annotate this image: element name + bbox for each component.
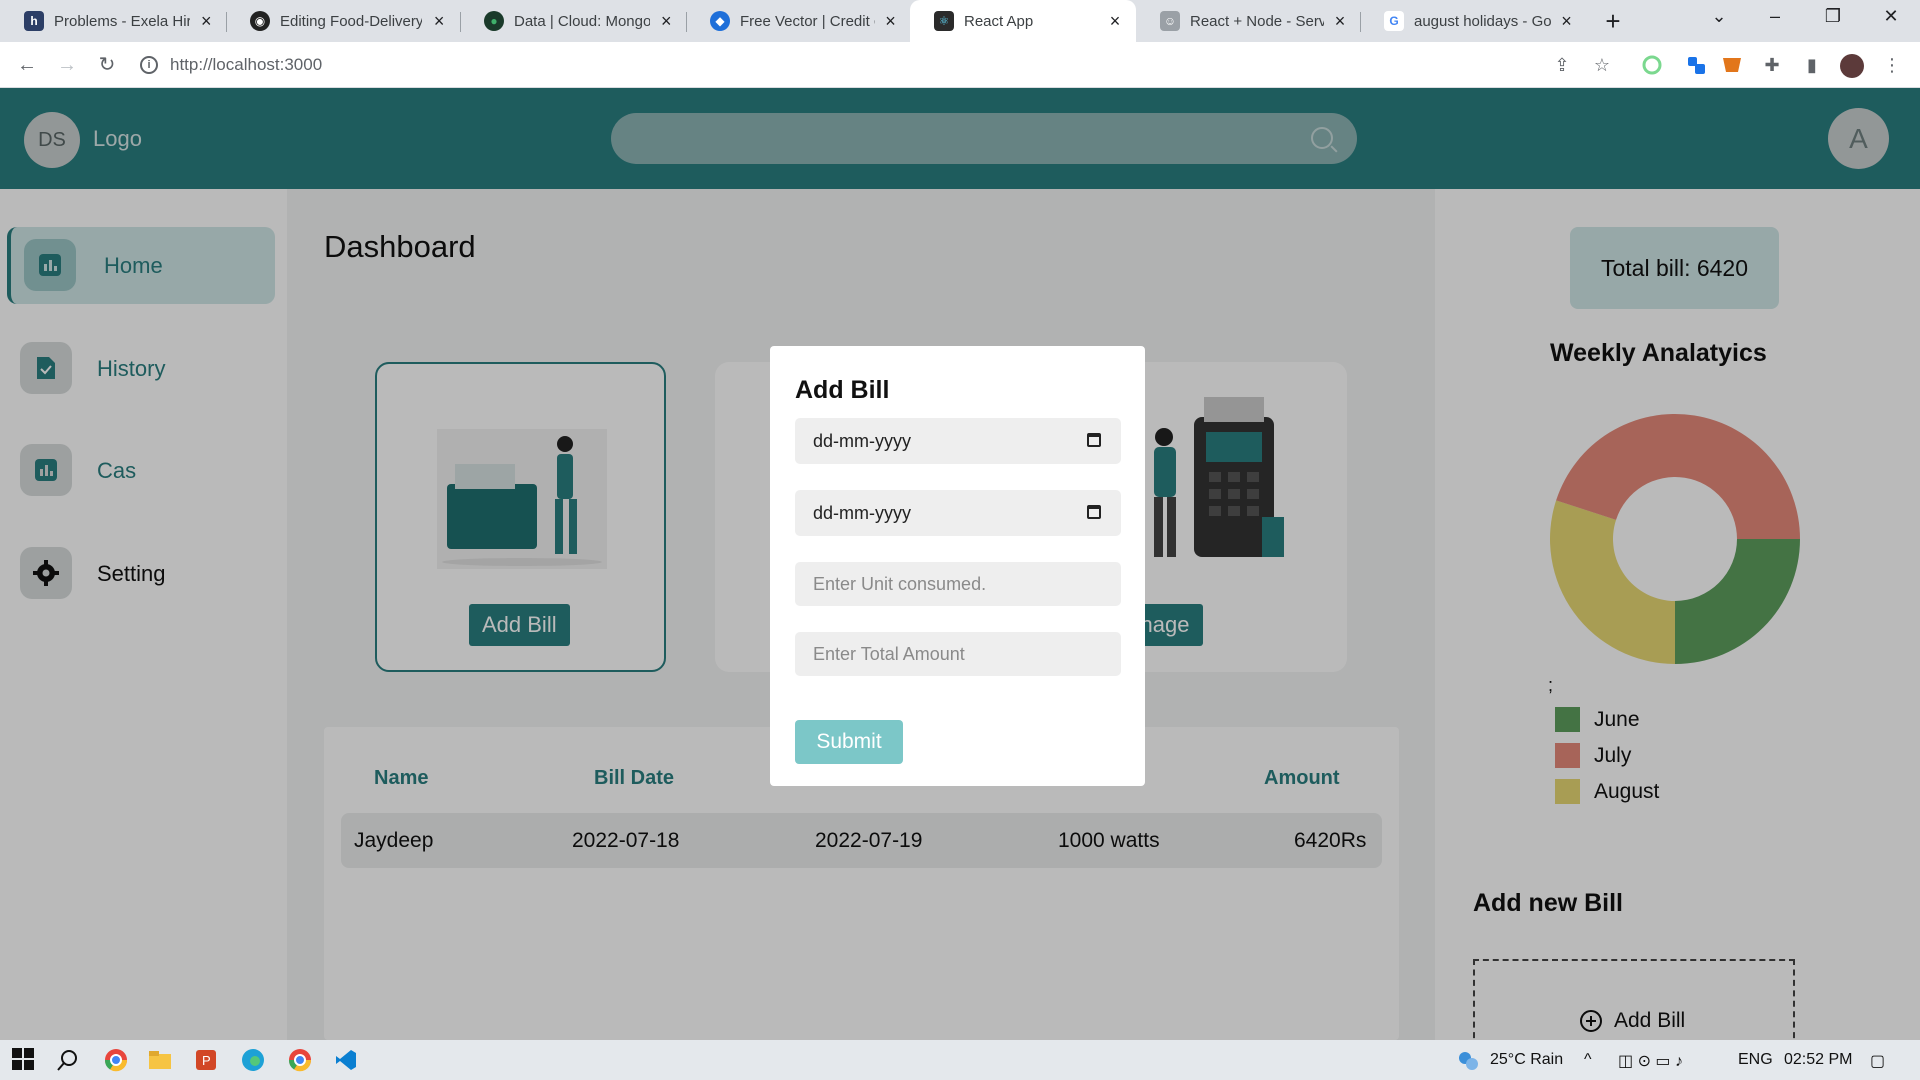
tab-freepik[interactable]: ◆ Free Vector | Credit card ×	[686, 0, 910, 42]
tab-title: Editing Food-Delivery	[280, 12, 423, 30]
bill-date-input[interactable]: dd-mm-yyyy	[795, 418, 1121, 464]
extension-blue-icon[interactable]	[1684, 54, 1708, 78]
modal-title: Add Bill	[795, 376, 890, 404]
windows-start-icon[interactable]	[12, 1048, 36, 1072]
new-tab-button[interactable]: +	[1598, 6, 1628, 37]
tab-title: Problems - Exela Hiring	[54, 12, 191, 30]
units-input[interactable]: Enter Unit consumed.	[795, 562, 1121, 606]
app-viewport: DS Logo A Home History Cas Setting Dashb…	[0, 88, 1920, 1040]
weather-text[interactable]: 25°C Rain	[1490, 1051, 1563, 1069]
back-icon[interactable]: ←	[12, 50, 42, 80]
close-icon[interactable]: ×	[430, 11, 448, 32]
units-placeholder: Enter Unit consumed.	[813, 573, 987, 594]
bookmark-star-icon[interactable]: ☆	[1590, 54, 1614, 78]
extension-circle-icon[interactable]	[1640, 54, 1664, 78]
mongodb-icon: ●	[484, 11, 504, 31]
submit-button[interactable]: Submit	[795, 720, 903, 764]
notification-icon[interactable]: ▢	[1870, 1051, 1885, 1071]
metamask-icon[interactable]	[1720, 54, 1744, 78]
reload-icon[interactable]: ↻	[92, 50, 122, 80]
freepik-icon: ◆	[710, 11, 730, 31]
due-date-input[interactable]: dd-mm-yyyy	[795, 490, 1121, 536]
github-icon: ◉	[250, 11, 270, 31]
tab-title: Free Vector | Credit card	[740, 12, 875, 30]
svg-text:P: P	[202, 1053, 211, 1068]
tab-google[interactable]: G august holidays - Google ×	[1360, 0, 1586, 42]
weather-icon	[1456, 1048, 1480, 1072]
url-text[interactable]: http://localhost:3000	[170, 55, 322, 75]
language-indicator[interactable]: ENG	[1738, 1051, 1773, 1069]
date-placeholder: dd-mm-yyyy	[813, 502, 911, 523]
chevron-up-icon[interactable]: ^	[1584, 1051, 1592, 1069]
add-bill-modal: Add Bill dd-mm-yyyy dd-mm-yyyy Enter Uni…	[770, 346, 1145, 786]
share-icon[interactable]: ⇪	[1550, 54, 1574, 78]
search-icon[interactable]	[56, 1048, 80, 1072]
tab-title: Data | Cloud: MongoDB	[514, 12, 651, 30]
hackerrank-icon: h	[24, 11, 44, 31]
chrome-active-icon[interactable]	[288, 1048, 312, 1072]
forward-icon[interactable]: →	[52, 50, 82, 80]
vscode-icon[interactable]	[334, 1048, 358, 1072]
clock[interactable]: 02:52 PM	[1784, 1051, 1852, 1069]
amount-placeholder: Enter Total Amount	[813, 643, 965, 664]
tab-react-app[interactable]: ⚛ React App ×	[910, 0, 1136, 42]
windows-taskbar: P 25°C Rain ^ ◫ ⊙ ▭ ♪ ENG 02:52 PM ▢	[0, 1040, 1920, 1080]
close-icon[interactable]: ×	[658, 11, 674, 32]
window-close-icon[interactable]: ✕	[1876, 6, 1906, 27]
close-icon[interactable]: ×	[1332, 11, 1348, 32]
google-icon: G	[1384, 11, 1404, 31]
tab-github[interactable]: ◉ Editing Food-Delivery ×	[226, 0, 460, 42]
react-icon: ⚛	[934, 11, 954, 31]
restore-icon[interactable]: ❐	[1818, 6, 1848, 27]
tab-title: React + Node - Server	[1190, 12, 1324, 30]
date-placeholder: dd-mm-yyyy	[813, 430, 911, 451]
edge-icon[interactable]	[241, 1048, 265, 1072]
close-icon[interactable]: ×	[198, 11, 214, 32]
close-icon[interactable]: ×	[1559, 11, 1574, 32]
minimize-icon[interactable]: –	[1760, 6, 1790, 27]
tab-mongodb[interactable]: ● Data | Cloud: MongoDB ×	[460, 0, 686, 42]
profile-avatar[interactable]	[1840, 54, 1864, 78]
close-icon[interactable]: ×	[1106, 11, 1124, 32]
system-tray-icons[interactable]: ◫ ⊙ ▭ ♪	[1618, 1051, 1683, 1071]
site-info-icon[interactable]: i	[140, 56, 158, 74]
powerpoint-icon[interactable]: P	[194, 1048, 218, 1072]
calendar-icon[interactable]	[1087, 433, 1101, 447]
user-icon: ☺	[1160, 11, 1180, 31]
browser-toolbar: ← → ↻ i http://localhost:3000 ⇪ ☆ ✚ ▮ ⋮	[0, 42, 1920, 88]
chrome-icon[interactable]	[104, 1048, 128, 1072]
tab-problems[interactable]: h Problems - Exela Hiring ×	[0, 0, 226, 42]
tab-title: React App	[964, 12, 1034, 30]
tab-title: august holidays - Google	[1414, 12, 1552, 30]
close-icon[interactable]: ×	[883, 11, 898, 32]
browser-tabstrip: h Problems - Exela Hiring × ◉ Editing Fo…	[0, 0, 1920, 42]
menu-icon[interactable]: ⋮	[1880, 54, 1904, 78]
side-panel-icon[interactable]: ▮	[1800, 54, 1824, 78]
address-bar[interactable]: i http://localhost:3000	[140, 48, 1520, 82]
amount-input[interactable]: Enter Total Amount	[795, 632, 1121, 676]
tab-react-node[interactable]: ☺ React + Node - Server ×	[1136, 0, 1360, 42]
tab-search-icon[interactable]: ⌄	[1704, 6, 1734, 27]
calendar-icon[interactable]	[1087, 505, 1101, 519]
file-explorer-icon[interactable]	[148, 1048, 172, 1072]
puzzle-icon[interactable]: ✚	[1760, 54, 1784, 78]
